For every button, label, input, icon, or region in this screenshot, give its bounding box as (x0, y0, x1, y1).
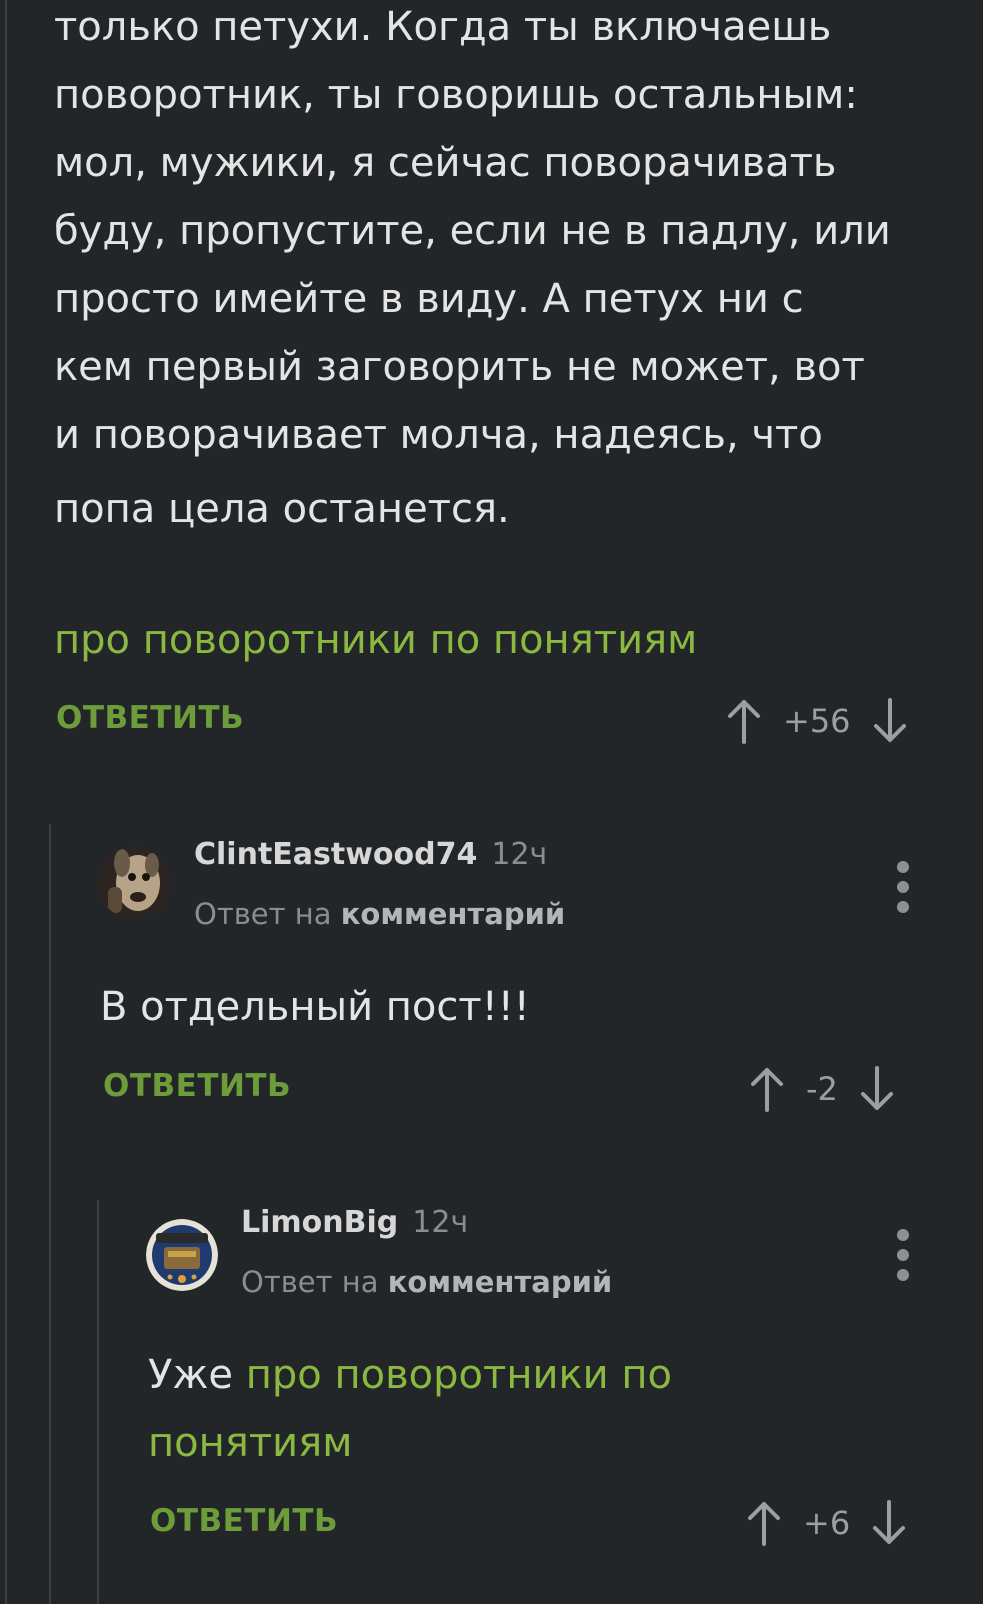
more-options-icon[interactable] (897, 861, 911, 913)
comment-line: буду, пропустите, если не в падлу, или (54, 208, 891, 254)
upvote-arrow-icon[interactable] (745, 1500, 783, 1546)
reply-to-info: Ответ на комментарий (241, 1265, 612, 1299)
reply-text-plain: Уже (148, 1352, 234, 1398)
comment-line: кем первый заговорить не может, вот (54, 344, 865, 390)
upvote-arrow-icon[interactable] (748, 1066, 786, 1112)
score: -2 (806, 1070, 838, 1108)
reply-to-link[interactable]: комментарий (341, 897, 566, 931)
reply-to-prefix: Ответ на (194, 897, 332, 931)
avatar[interactable] (146, 1219, 218, 1291)
vote-controls: +56 (725, 698, 909, 744)
post-link[interactable]: про поворотники по (246, 1352, 672, 1398)
vote-controls: -2 (748, 1066, 896, 1112)
dog-avatar-icon (98, 847, 170, 919)
reply-to-prefix: Ответ на (241, 1265, 379, 1299)
reply-button[interactable]: ОТВЕТИТЬ (150, 1503, 338, 1539)
comment-author[interactable]: LimonBig 12ч (241, 1205, 468, 1240)
author-name[interactable]: LimonBig (241, 1205, 398, 1240)
badge-avatar-icon (146, 1219, 218, 1291)
comment-line: просто имейте в виду. А петух ни с (54, 276, 804, 322)
comment-line: только петухи. Когда ты включаешь (54, 4, 832, 50)
downvote-arrow-icon[interactable] (871, 698, 909, 744)
thread-line-level-1 (49, 824, 51, 1604)
downvote-arrow-icon[interactable] (870, 1500, 908, 1546)
downvote-arrow-icon[interactable] (858, 1066, 896, 1112)
reply-button[interactable]: ОТВЕТИТЬ (56, 700, 244, 736)
author-name[interactable]: ClintEastwood74 (194, 837, 477, 872)
reply-button[interactable]: ОТВЕТИТЬ (103, 1068, 291, 1104)
thread-line-level-0 (5, 0, 7, 1604)
avatar[interactable] (98, 847, 170, 919)
post-link[interactable]: понятиям (148, 1420, 352, 1466)
vote-controls: +6 (745, 1500, 908, 1546)
score: +6 (803, 1504, 851, 1542)
comment-time: 12ч (491, 837, 548, 872)
comment-line: мол, мужики, я сейчас поворачивать (54, 140, 837, 186)
comment-line: попа цела останется. (54, 486, 510, 532)
comment-author[interactable]: ClintEastwood74 12ч (194, 837, 547, 872)
reply-to-info: Ответ на комментарий (194, 897, 565, 931)
comment-line: и поворачивает молча, надеясь, что (54, 412, 823, 458)
comment-time: 12ч (412, 1205, 469, 1240)
comment-line: поворотник, ты говоришь остальным: (54, 72, 858, 118)
post-link[interactable]: про поворотники по понятиям (54, 617, 697, 663)
reply-text: Уже про поворотники по (148, 1341, 672, 1409)
thread-line-level-2 (97, 1200, 99, 1604)
reply-text-continued: понятиям (148, 1409, 352, 1477)
more-options-icon[interactable] (897, 1229, 911, 1281)
reply-text: В отдельный пост!!! (100, 984, 530, 1030)
upvote-arrow-icon[interactable] (725, 698, 763, 744)
score: +56 (783, 702, 851, 740)
reply-to-link[interactable]: комментарий (388, 1265, 613, 1299)
